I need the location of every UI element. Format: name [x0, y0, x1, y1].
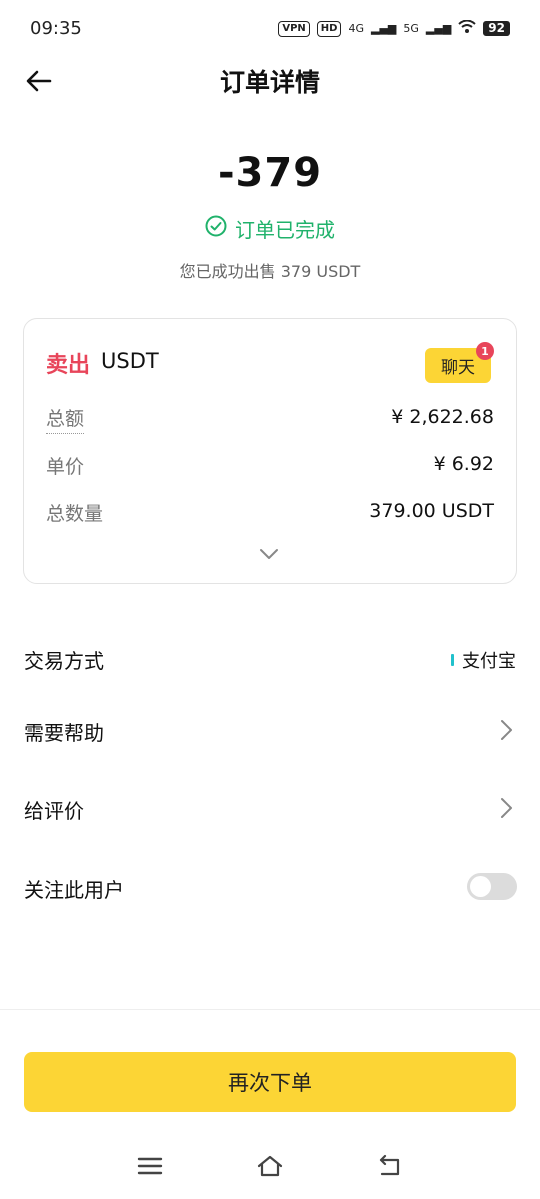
- quantity-label: 总数量: [46, 503, 104, 525]
- hd-indicator: HD: [316, 20, 342, 37]
- reorder-button[interactable]: 再次下单: [24, 1052, 516, 1112]
- signal-4g: 4G: [348, 22, 364, 35]
- order-amount: -379: [217, 150, 323, 196]
- check-circle-icon: [205, 215, 227, 242]
- toggle-knob: [470, 876, 491, 897]
- order-asset: USDT: [101, 349, 159, 373]
- status-icons: VPN HD 4G ▂▄▆ 5G ▂▄▆ 92: [278, 19, 510, 37]
- chevron-down-icon[interactable]: [258, 546, 280, 562]
- price-value: ¥ 6.92: [433, 453, 494, 475]
- home-icon[interactable]: [256, 1152, 284, 1180]
- chevron-right-icon-2[interactable]: [498, 796, 514, 820]
- follow-user-label: 关注此用户: [24, 878, 124, 902]
- divider: [0, 1009, 540, 1010]
- price-label: 单价: [46, 456, 85, 478]
- page-title: 订单详情: [219, 68, 320, 97]
- chat-unread-badge: 1: [476, 342, 494, 360]
- chevron-right-icon[interactable]: [498, 718, 514, 742]
- follow-user-toggle[interactable]: [467, 873, 517, 900]
- order-description: 您已成功出售 379 USDT: [179, 262, 361, 281]
- menu-icon[interactable]: [136, 1152, 164, 1180]
- battery-level: 92: [483, 21, 510, 36]
- payment-method: 支付宝: [451, 647, 516, 673]
- total-label[interactable]: 总额: [46, 404, 85, 434]
- order-status: 订单已完成: [0, 214, 540, 243]
- signal-5g: 5G: [403, 22, 419, 35]
- payment-color-bar: [451, 654, 454, 666]
- signal-bars-icon: ▂▄▆: [370, 22, 397, 35]
- order-side: 卖出: [46, 353, 91, 378]
- review-label[interactable]: 给评价: [24, 795, 84, 824]
- signal-bars-icon-2: ▂▄▆: [425, 22, 452, 35]
- help-label[interactable]: 需要帮助: [24, 717, 104, 746]
- payment-method-value: 支付宝: [462, 651, 516, 672]
- vpn-indicator: VPN: [278, 20, 310, 37]
- quantity-value: 379.00 USDT: [369, 500, 494, 522]
- total-value: ¥ 2,622.68: [391, 406, 494, 428]
- wifi-icon: [458, 19, 476, 37]
- status-time: 09:35: [30, 18, 82, 39]
- return-icon[interactable]: [376, 1152, 404, 1180]
- order-status-text: 订单已完成: [235, 218, 335, 242]
- payment-method-label: 交易方式: [24, 649, 104, 673]
